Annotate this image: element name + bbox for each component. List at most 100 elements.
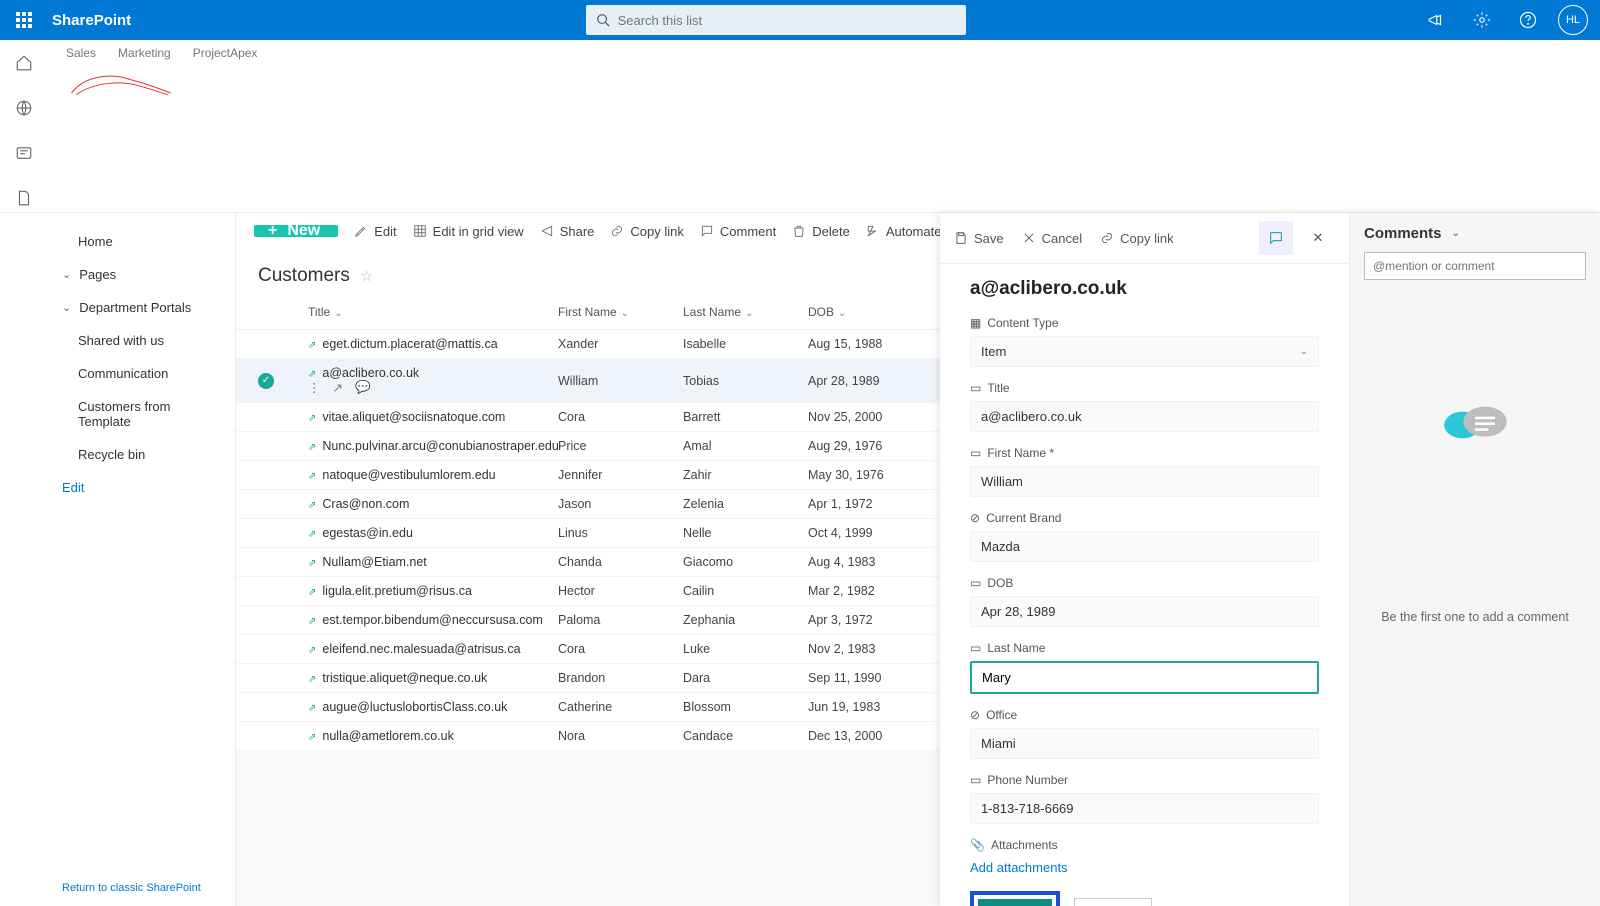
firstname-field[interactable]: William [970, 466, 1319, 497]
globe-rail-icon[interactable] [15, 99, 33, 122]
flow-icon [866, 224, 880, 238]
row-lastname: Barrett [683, 410, 808, 424]
megaphone-icon[interactable] [1420, 4, 1452, 36]
col-lastname[interactable]: Last Name⌄ [683, 305, 808, 319]
nav-department-portals[interactable]: ⌄Department Portals [48, 291, 235, 324]
row-firstname: Cora [558, 410, 683, 424]
new-button[interactable]: +New [254, 225, 338, 237]
row-firstname: Price [558, 439, 683, 453]
attachment-icon: 📎 [970, 838, 985, 852]
row-firstname: Hector [558, 584, 683, 598]
more-icon[interactable]: ⋮ [308, 380, 321, 395]
link-icon: ⇗ [308, 413, 316, 424]
nav-edit-link[interactable]: Edit [48, 471, 235, 504]
row-firstname: Chanda [558, 555, 683, 569]
nav-shared[interactable]: Shared with us [48, 324, 235, 357]
phone-field[interactable]: 1-813-718-6669 [970, 793, 1319, 824]
col-firstname[interactable]: First Name⌄ [558, 305, 683, 319]
field-label: ▭Last Name [970, 641, 1319, 655]
nav-pages[interactable]: ⌄Pages [48, 258, 235, 291]
row-dob: Dec 13, 2000 [808, 729, 938, 743]
cancel-button[interactable]: Cancel [1074, 898, 1152, 906]
news-rail-icon[interactable] [15, 144, 33, 167]
pane-cancel-button[interactable]: Cancel [1022, 231, 1082, 246]
check-icon: ✓ [258, 373, 274, 389]
row-lastname: Cailin [683, 584, 808, 598]
hub-tab[interactable]: Marketing [118, 46, 171, 60]
field-label: 📎Attachments [970, 838, 1319, 852]
row-title: a@aclibero.co.uk [322, 366, 419, 380]
row-dob: May 30, 1976 [808, 468, 938, 482]
pencil-icon [354, 224, 368, 238]
comments-toggle-icon[interactable] [1259, 221, 1293, 255]
app-launcher-icon[interactable] [0, 12, 48, 28]
comments-input[interactable] [1364, 252, 1586, 280]
home-rail-icon[interactable] [15, 54, 33, 77]
row-dob: Oct 4, 1999 [808, 526, 938, 540]
return-classic-link[interactable]: Return to classic SharePoint [48, 870, 235, 906]
col-title[interactable]: Title⌄ [308, 305, 558, 319]
edit-grid-button[interactable]: Edit in grid view [413, 224, 524, 239]
link-icon: ⇗ [308, 471, 316, 482]
field-label: ⊘Current Brand [970, 511, 1319, 525]
nav-communication[interactable]: Communication [48, 357, 235, 390]
chevron-down-icon: ⌄ [62, 268, 71, 281]
share-button[interactable]: Share [540, 224, 595, 239]
star-icon[interactable]: ☆ [360, 267, 373, 285]
comment-icon[interactable]: 💬 [355, 380, 371, 395]
delete-button[interactable]: Delete [792, 224, 850, 239]
save-button[interactable]: Save [978, 899, 1052, 906]
trash-icon [792, 224, 806, 238]
pane-copylink-button[interactable]: Copy link [1100, 231, 1173, 246]
edit-button[interactable]: Edit [354, 224, 396, 239]
brand-field[interactable]: Mazda [970, 531, 1319, 562]
search-box[interactable] [586, 5, 966, 35]
add-attachments-link[interactable]: Add attachments [970, 860, 1319, 875]
link-icon [610, 224, 624, 238]
nav-recycle[interactable]: Recycle bin [48, 438, 235, 471]
comment-button[interactable]: Comment [700, 224, 776, 239]
col-dob[interactable]: DOB⌄ [808, 305, 938, 319]
pane-close-button[interactable]: ✕ [1301, 221, 1335, 255]
comments-heading[interactable]: Comments⌄ [1364, 225, 1586, 242]
hub-header: Sales Marketing ProjectApex [0, 40, 1600, 213]
link-icon: ⇗ [308, 732, 316, 743]
row-firstname: Linus [558, 526, 683, 540]
dob-field[interactable]: Apr 28, 1989 [970, 596, 1319, 627]
hub-tab[interactable]: Sales [66, 46, 96, 60]
office-field[interactable]: Miami [970, 728, 1319, 759]
link-icon: ⇗ [308, 340, 316, 351]
share-icon [540, 224, 554, 238]
row-dob: Aug 29, 1976 [808, 439, 938, 453]
lastname-input[interactable] [970, 661, 1319, 694]
row-title: augue@luctuslobortisClass.co.uk [322, 700, 507, 714]
hub-tab[interactable]: ProjectApex [193, 46, 258, 60]
share-icon[interactable]: ↗ [333, 380, 343, 395]
nav-home[interactable]: Home [48, 225, 235, 258]
files-rail-icon[interactable] [15, 189, 33, 212]
help-icon[interactable] [1512, 4, 1544, 36]
row-title: nulla@ametlorem.co.uk [322, 729, 454, 743]
save-icon [954, 231, 968, 245]
row-lastname: Zephania [683, 613, 808, 627]
row-dob: Apr 1, 1972 [808, 497, 938, 511]
search-input[interactable] [618, 13, 956, 28]
link-icon: ⇗ [308, 616, 316, 627]
site-logo[interactable] [66, 66, 176, 102]
content-type-select[interactable]: Item⌄ [970, 336, 1319, 367]
nav-customers-template[interactable]: Customers from Template [48, 390, 235, 438]
title-field[interactable]: a@aclibero.co.uk [970, 401, 1319, 432]
pane-save-button[interactable]: Save [954, 231, 1004, 246]
settings-icon[interactable] [1466, 4, 1498, 36]
user-avatar[interactable]: HL [1558, 5, 1588, 35]
link-icon: ⇗ [308, 703, 316, 714]
row-title: Cras@non.com [322, 497, 409, 511]
row-firstname: Brandon [558, 671, 683, 685]
row-title: natoque@vestibulumlorem.edu [322, 468, 495, 482]
row-firstname: Xander [558, 337, 683, 351]
global-rail [0, 40, 48, 212]
link-icon: ⇗ [308, 529, 316, 540]
copylink-button[interactable]: Copy link [610, 224, 683, 239]
close-icon [1022, 231, 1036, 245]
link-icon: ⇗ [308, 369, 316, 380]
